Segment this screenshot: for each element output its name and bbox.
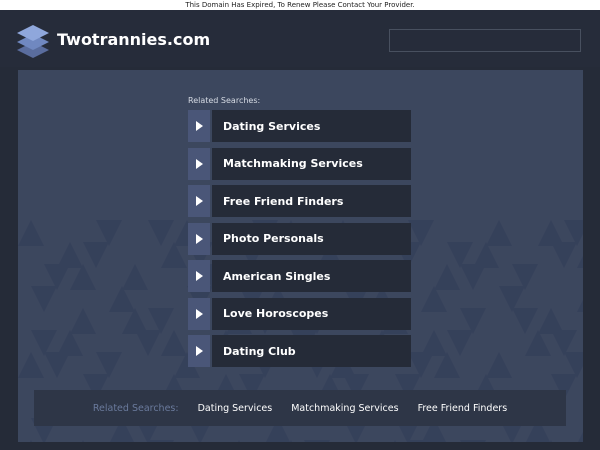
pattern-triangle (447, 330, 473, 356)
related-search-item[interactable]: Matchmaking Services (188, 147, 411, 180)
related-search-link[interactable]: Matchmaking Services (212, 147, 411, 180)
pattern-triangle (577, 300, 583, 312)
related-search-link[interactable]: Dating Club (212, 335, 411, 367)
related-searches-label: Related Searches: (188, 96, 261, 105)
related-search-item[interactable]: Free Friend Finders (188, 185, 411, 217)
pattern-triangle (551, 242, 577, 268)
related-search-label: Dating Services (223, 119, 321, 133)
pattern-triangle (486, 352, 512, 378)
site-header: Twotrannies.com (0, 10, 600, 67)
related-search-link[interactable]: Photo Personals (212, 222, 411, 255)
pattern-triangle (304, 440, 330, 442)
arrow-right-icon (188, 185, 210, 217)
related-search-item[interactable]: Photo Personals (188, 222, 411, 255)
related-search-item[interactable]: Love Horoscopes (188, 297, 411, 330)
related-search-label: Matchmaking Services (223, 157, 363, 170)
related-search-link[interactable]: American Singles (212, 260, 411, 292)
related-search-item[interactable]: American Singles (188, 260, 411, 292)
pattern-triangle (18, 220, 44, 246)
pattern-triangle (578, 432, 583, 442)
arrow-right-icon (188, 222, 210, 255)
related-search-label: American Singles (223, 269, 331, 283)
bottom-related-label: Related Searches: (92, 402, 179, 414)
arrow-right-icon (188, 147, 210, 180)
pattern-triangle (460, 440, 486, 442)
pattern-triangle (30, 440, 32, 442)
pattern-triangle (18, 352, 44, 378)
related-search-label: Dating Club (223, 344, 296, 358)
arrow-right-icon (188, 297, 210, 330)
pattern-triangle (122, 264, 148, 290)
related-search-item[interactable]: Dating Services (188, 110, 411, 142)
related-search-item[interactable]: Dating Club (188, 335, 411, 367)
bottom-related-bar: Related Searches: Dating Services Matchma… (34, 390, 566, 426)
pattern-triangle (44, 352, 70, 378)
pattern-triangle (135, 330, 161, 356)
search-input[interactable] (389, 29, 581, 52)
related-search-link[interactable]: Dating Services (212, 110, 411, 142)
arrow-right-icon (188, 110, 210, 142)
related-searches-panel: Related Searches: Dating Services Matchma… (18, 70, 583, 442)
bottom-related-link[interactable]: Free Friend Finders (418, 403, 508, 414)
pattern-triangle (161, 330, 187, 356)
pattern-triangle (238, 440, 240, 442)
stacked-layers-icon[interactable] (16, 22, 50, 58)
bottom-related-link[interactable]: Matchmaking Services (291, 403, 398, 414)
site-name[interactable]: Twotrannies.com (57, 30, 210, 50)
domain-expired-notice: This Domain Has Expired, To Renew Please… (0, 0, 600, 10)
pattern-triangle (434, 264, 460, 290)
bottom-links: Dating Services Matchmaking Services Free … (198, 403, 508, 414)
pattern-triangle (394, 440, 396, 442)
pattern-triangle (408, 440, 434, 442)
pattern-triangle (486, 220, 512, 246)
pattern-triangle (70, 308, 96, 334)
pattern-triangle (577, 256, 583, 268)
related-search-label: Free Friend Finders (223, 194, 344, 208)
bottom-related-link[interactable]: Dating Services (198, 403, 273, 414)
related-search-link[interactable]: Love Horoscopes (212, 297, 411, 330)
pattern-triangle (460, 264, 486, 290)
pattern-triangle (83, 242, 109, 268)
pattern-triangle (148, 440, 174, 442)
related-search-label: Love Horoscopes (223, 307, 329, 320)
related-search-label: Photo Personals (223, 232, 324, 245)
pattern-triangle (512, 308, 538, 334)
arrow-right-icon (188, 335, 210, 367)
pattern-triangle (148, 220, 174, 246)
related-search-link[interactable]: Free Friend Finders (212, 185, 411, 217)
arrow-right-icon (188, 260, 210, 292)
pattern-triangle (82, 440, 84, 442)
pattern-triangle (31, 286, 57, 312)
